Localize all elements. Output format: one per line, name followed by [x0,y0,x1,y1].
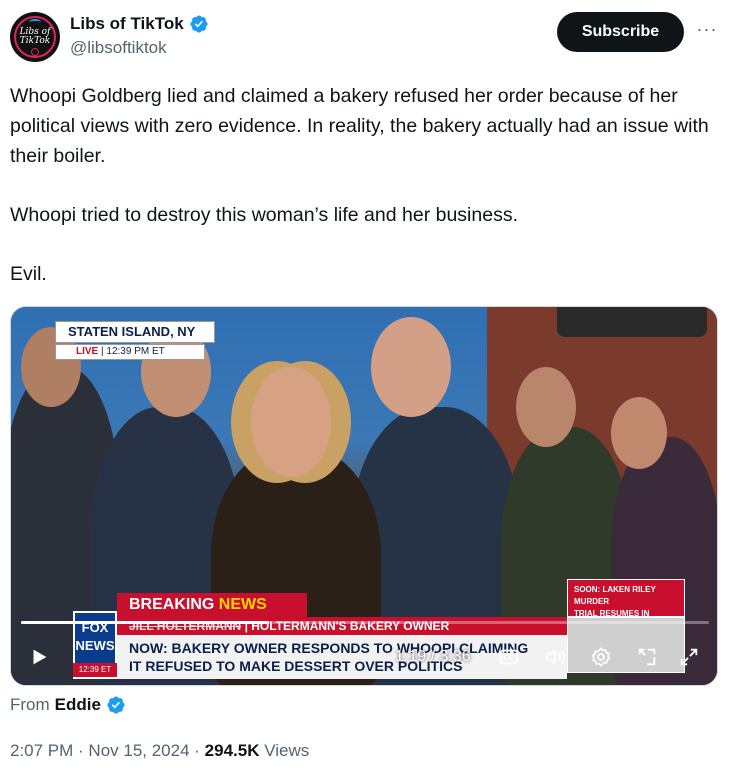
fullscreen-icon[interactable] [673,641,705,673]
volume-icon[interactable] [539,641,571,673]
video-person-woman-head [516,367,576,447]
verified-badge-icon [190,15,208,33]
views-label: Views [264,741,310,760]
soon-promo: SOON: LAKEN RILEY MURDER TRIAL RESUMES I… [567,579,685,630]
news-word: NEWS [218,596,267,613]
video-progress-bar[interactable] [21,621,709,624]
video-progress-fill [21,621,269,624]
tweet-paragraph-1: Whoopi Goldberg lied and claimed a baker… [10,85,709,167]
video-person-bald-man-head [371,317,451,417]
tweet-time[interactable]: 2:07 PM [10,741,73,760]
more-options-icon[interactable]: ··· [692,18,722,46]
avatar-text-line2: TikTok [19,36,51,46]
meta-separator: · [73,741,89,760]
meta-separator: · [189,741,205,760]
display-name[interactable]: Libs of TikTok [70,12,184,36]
avatar-logo-text: Libs of TikTok [10,28,60,46]
verified-badge-icon [107,696,125,714]
tweet-text: Whoopi Goldberg lied and claimed a baker… [10,81,723,289]
current-time: 1:19 [395,648,427,665]
tweet-header: Libs of TikTok Libs of TikTok @libsoftik… [10,10,723,66]
duration: 3:36 [439,648,471,665]
tweet-paragraph-3: Evil. [10,263,47,285]
live-time: 12:39 PM ET [106,346,165,357]
breaking-word: BREAKING [129,596,215,613]
tweet-paragraph-2: Whoopi tried to destroy this woman’s lif… [10,204,518,226]
from-name[interactable]: Eddie [55,694,101,716]
play-icon[interactable] [23,641,55,673]
location-bug: STATEN ISLAND, NY LIVE | 12:39 PM ET [55,321,215,360]
handle[interactable]: @libsoftiktok [70,36,209,60]
tweet-date[interactable]: Nov 15, 2024 [88,741,189,760]
display-name-row[interactable]: Libs of TikTok [70,12,209,36]
video-speaker-head [251,367,331,477]
live-text: LIVE [76,346,99,357]
soon-line-1: SOON: LAKEN RILEY MURDER [574,585,656,606]
tweet-meta: 2:07 PM · Nov 15, 2024 · 294.5K Views [10,740,309,762]
from-prefix: From [10,695,50,714]
video-person-right-head [611,397,667,469]
settings-icon[interactable] [585,641,617,673]
video-controls: 1:19 / 3:36 [11,641,717,677]
captions-icon[interactable] [493,641,525,673]
pip-icon[interactable] [631,641,663,673]
video-building-sign [557,307,707,337]
avatar-gender-symbol-icon [31,48,39,56]
location-label: STATEN ISLAND, NY [55,321,215,343]
time-separator: / [426,648,440,665]
time-readout: 1:19 / 3:36 [395,647,471,667]
views-count[interactable]: 294.5K [205,741,260,760]
subscribe-button[interactable]: Subscribe [557,12,684,52]
video-player[interactable]: STATEN ISLAND, NY LIVE | 12:39 PM ET BRE… [10,306,718,686]
video-source: From Eddie [10,694,126,716]
avatar-arc-icon [29,19,41,25]
author-block: Libs of TikTok @libsoftiktok [70,12,209,60]
live-label: LIVE | 12:39 PM ET [55,344,205,360]
avatar[interactable]: Libs of TikTok [10,12,60,62]
breaking-news-banner: BREAKING NEWS [117,593,307,617]
nameplate: JILL HOLTERMANN | HOLTERMANN'S BAKERY OW… [117,617,567,635]
